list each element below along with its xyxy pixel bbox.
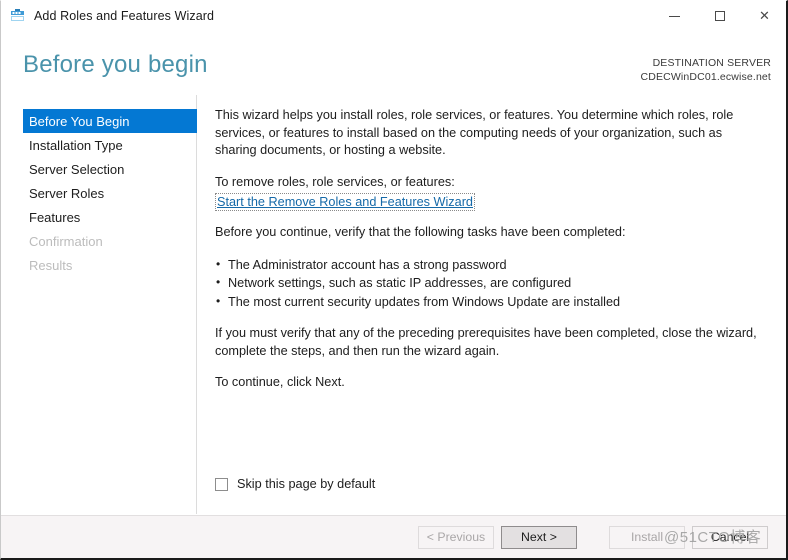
sidebar-item-label: Installation Type (29, 137, 123, 153)
prerequisite-note: If you must verify that any of the prece… (215, 326, 757, 358)
start-remove-roles-wizard-link[interactable]: Start the Remove Roles and Features Wiza… (215, 193, 475, 211)
destination-server-name: CDECWinDC01.ecwise.net (640, 71, 771, 83)
cancel-button[interactable]: Cancel (692, 526, 768, 549)
maximize-icon (714, 11, 725, 21)
window-title: Add Roles and Features Wizard (34, 9, 215, 23)
remove-prompt-text: To remove roles, role services, or featu… (215, 174, 455, 189)
install-button[interactable]: Install (609, 526, 685, 549)
wizard-server-icon (10, 8, 26, 24)
skip-page-checkbox[interactable] (215, 477, 228, 491)
sidebar-item-label: Server Selection (29, 161, 125, 177)
caption-button-group: ✕ (652, 1, 786, 31)
content-region: Before You Begin Installation Type Serve… (1, 95, 786, 514)
sidebar-item-features[interactable]: Features (23, 205, 186, 229)
previous-button[interactable]: < Previous (418, 526, 494, 549)
sidebar-item-installation-type[interactable]: Installation Type (23, 133, 186, 157)
close-button[interactable]: ✕ (742, 1, 786, 31)
wizard-step-nav: Before You Begin Installation Type Serve… (1, 95, 197, 514)
destination-server-label: DESTINATION SERVER (652, 57, 771, 69)
page-title: Before you begin (23, 51, 208, 78)
sidebar-item-confirmation: Confirmation (23, 229, 186, 253)
skip-page-checkbox-label: Skip this page by default (237, 477, 376, 491)
verify-prompt-text: Before you continue, verify that the fol… (215, 225, 626, 239)
sidebar-item-label: Features (29, 209, 81, 225)
prerequisite-task-list: The Administrator account has a strong p… (215, 255, 761, 312)
sidebar-item-label: Results (29, 257, 73, 273)
minimize-button[interactable] (652, 1, 697, 31)
continue-note: To continue, click Next. (215, 375, 345, 389)
page-header: Before you begin DESTINATION SERVER CDEC… (1, 31, 786, 95)
close-icon: ✕ (759, 8, 770, 24)
wizard-window: Add Roles and Features Wizard ✕ Before y… (0, 0, 788, 560)
main-panel: This wizard helps you install roles, rol… (198, 95, 786, 514)
sidebar-item-server-selection[interactable]: Server Selection (23, 157, 186, 181)
list-item: The most current security updates from W… (215, 292, 761, 312)
minimize-icon (669, 15, 680, 17)
title-bar: Add Roles and Features Wizard ✕ (1, 1, 786, 31)
destination-server-block: DESTINATION SERVER CDECWinDC01.ecwise.ne… (640, 56, 771, 84)
maximize-button[interactable] (697, 1, 742, 31)
intro-paragraph: This wizard helps you install roles, rol… (215, 108, 734, 157)
sidebar-item-server-roles[interactable]: Server Roles (23, 181, 186, 205)
sidebar-item-results: Results (23, 253, 186, 277)
footer-bar: < Previous Next > Install Cancel (1, 515, 786, 558)
skip-page-checkbox-row[interactable]: Skip this page by default (215, 477, 375, 491)
sidebar-item-label: Confirmation (29, 233, 103, 249)
list-item: The Administrator account has a strong p… (215, 255, 761, 275)
list-item: Network settings, such as static IP addr… (215, 273, 761, 293)
next-button[interactable]: Next > (501, 526, 577, 549)
sidebar-item-before-you-begin[interactable]: Before You Begin (23, 109, 197, 133)
sidebar-item-label: Before You Begin (29, 113, 130, 129)
sidebar-item-label: Server Roles (29, 185, 105, 201)
